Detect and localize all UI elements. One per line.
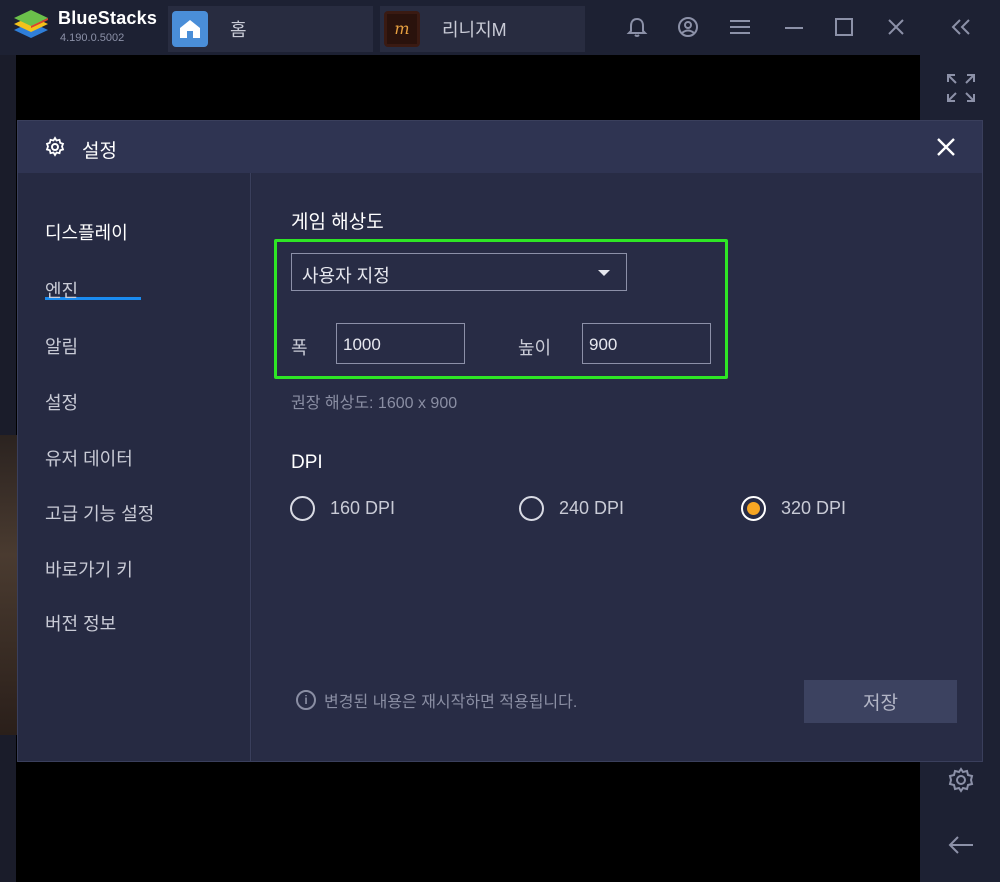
- bluestacks-logo: [14, 10, 48, 38]
- width-value: 1000: [343, 335, 381, 354]
- nav-item-advanced[interactable]: 고급 기능 설정: [45, 500, 154, 526]
- dpi-option-160[interactable]: 160 DPI: [290, 496, 395, 521]
- radio-button-selected[interactable]: [741, 496, 766, 521]
- resolution-section-title: 게임 해상도: [291, 212, 384, 233]
- minimize-icon[interactable]: [781, 14, 807, 40]
- restart-notice-text: 변경된 내용은 재시작하면 적용됩니다.: [324, 694, 578, 711]
- nav-item-shortcuts[interactable]: 바로가기 키: [45, 556, 133, 582]
- dpi-option-label: 320 DPI: [781, 498, 847, 518]
- dialog-title: 설정: [82, 141, 117, 162]
- chevron-down-icon: [598, 270, 610, 276]
- dialog-header: 설정: [18, 121, 982, 173]
- radio-button[interactable]: [290, 496, 315, 521]
- save-button[interactable]: 저장: [804, 680, 957, 723]
- resolution-preset-dropdown[interactable]: 사용자 지정: [291, 253, 627, 291]
- tab-lineage-m[interactable]: m 리니지M: [380, 6, 585, 52]
- back-arrow-icon[interactable]: [946, 830, 976, 860]
- title-bar: BlueStacks 4.190.0.5002 홈 m 리니지M: [0, 0, 1000, 55]
- nav-item-notifications[interactable]: 알림: [45, 333, 78, 359]
- game-scene: [0, 435, 18, 735]
- account-icon[interactable]: [675, 14, 701, 40]
- lineage-m-app-icon: m: [384, 11, 420, 47]
- bell-icon[interactable]: [624, 14, 650, 40]
- svg-text:m: m: [394, 19, 409, 38]
- resolution-preset-value: 사용자 지정: [302, 266, 390, 286]
- nav-item-display[interactable]: 디스플레이: [45, 219, 128, 245]
- app-version: 4.190.0.5002: [60, 32, 125, 44]
- width-input[interactable]: 1000: [336, 323, 465, 364]
- settings-icon[interactable]: [946, 765, 976, 795]
- dpi-option-320[interactable]: 320 DPI: [741, 496, 846, 521]
- nav-item-user-data[interactable]: 유저 데이터: [45, 445, 133, 471]
- collapse-sidebar-icon[interactable]: [948, 14, 974, 40]
- dpi-section-title: DPI: [291, 452, 323, 473]
- settings-dialog: 설정 디스플레이 엔진 알림 설정 유저 데이터 고급 기능 설정 바로가기 키…: [17, 120, 983, 762]
- height-label: 높이: [518, 338, 552, 358]
- maximize-icon[interactable]: [831, 14, 857, 40]
- dpi-option-label: 160 DPI: [330, 498, 396, 518]
- width-label: 폭: [291, 338, 308, 358]
- menu-icon[interactable]: [727, 14, 753, 40]
- tab-lineage-m-label: 리니지M: [442, 20, 507, 40]
- nav-item-settings[interactable]: 설정: [45, 389, 78, 415]
- nav-item-version-info[interactable]: 버전 정보: [45, 610, 116, 636]
- height-input[interactable]: 900: [582, 323, 711, 364]
- dpi-option-240[interactable]: 240 DPI: [519, 496, 624, 521]
- app-name: BlueStacks: [58, 8, 158, 28]
- close-icon[interactable]: [934, 135, 958, 159]
- fullscreen-icon[interactable]: [946, 73, 976, 103]
- gear-icon: [45, 136, 65, 157]
- settings-nav: 디스플레이 엔진 알림 설정 유저 데이터 고급 기능 설정 바로가기 키 버전…: [18, 173, 251, 761]
- tab-home[interactable]: 홈: [168, 6, 373, 52]
- tab-home-label: 홈: [230, 20, 247, 40]
- nav-item-engine[interactable]: 엔진: [45, 277, 78, 303]
- home-icon: [172, 11, 208, 47]
- recommended-resolution-hint: 권장 해상도: 1600 x 900: [291, 395, 458, 412]
- radio-button[interactable]: [519, 496, 544, 521]
- restart-notice: i 변경된 내용은 재시작하면 적용됩니다.: [296, 688, 577, 712]
- height-value: 900: [589, 335, 618, 354]
- info-icon: i: [296, 690, 316, 710]
- close-window-icon[interactable]: [883, 14, 909, 40]
- dpi-option-label: 240 DPI: [559, 498, 625, 518]
- settings-content: 게임 해상도 사용자 지정 폭 1000 높이 900 권장 해상도: 1600…: [252, 173, 982, 761]
